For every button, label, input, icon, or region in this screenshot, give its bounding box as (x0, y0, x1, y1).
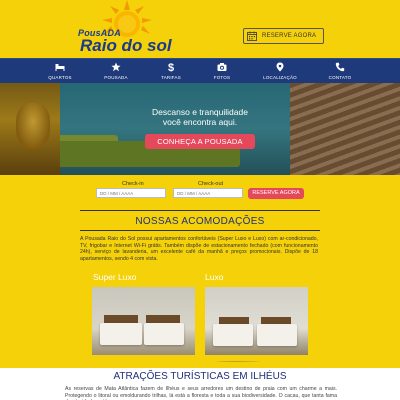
nav-item-tarifas[interactable]: $ TARIFAS (146, 62, 196, 80)
nav-item-quartos[interactable]: QUARTOS (35, 62, 85, 80)
reserve-now-header-button[interactable]: RESERVE AGORA (243, 28, 324, 44)
site-header: PousADA Raio do sol RESERVE AGORA (0, 0, 400, 58)
nav-item-label: CONTATO (328, 75, 352, 80)
discover-pousada-button[interactable]: CONHEÇA A POUSADA (145, 134, 255, 149)
rooms-section (0, 208, 400, 368)
nav-item-pousada[interactable]: POUSADA (91, 62, 141, 80)
hero-tagline: Descanso e tranquilidade você encontra a… (120, 107, 280, 127)
section-wave-divider (0, 355, 400, 366)
nav-item-label: FOTOS (213, 75, 231, 80)
hero-tagline-line2: você encontra aqui. (162, 117, 238, 127)
phone-icon (335, 62, 345, 72)
rooms-description: A Pousada Raio do Sol possui apartamento… (80, 236, 318, 263)
nav-item-label: QUARTOS (48, 75, 72, 80)
nav-item-fotos[interactable]: FOTOS (197, 62, 247, 80)
room-photo-luxo[interactable] (205, 287, 308, 362)
hero-overlay (0, 83, 400, 175)
svg-text:$: $ (168, 62, 174, 72)
reserve-now-button[interactable]: RESERVE AGORA (248, 188, 304, 199)
rooms-title: NOSSAS ACOMODAÇÕES (135, 216, 265, 227)
divider (80, 210, 320, 211)
checkout-label: Check-out (198, 181, 224, 187)
reserve-now-header-label: RESERVE AGORA (262, 33, 317, 39)
booking-bar: Check-in Check-out RESERVE AGORA (0, 175, 400, 208)
nav-item-label: TARIFAS (161, 75, 181, 80)
bed-icon (55, 64, 65, 71)
logo[interactable]: PousADA Raio do sol (78, 0, 172, 55)
attractions-title: ATRAÇÕES TURÍSTICAS EM ILHÉUS (113, 371, 287, 382)
hero-banner: Descanso e tranquilidade você encontra a… (0, 83, 400, 175)
checkin-input[interactable] (96, 188, 166, 198)
logo-name-text: Raio do sol (80, 36, 172, 55)
nav-item-label: POUSADA (104, 75, 128, 80)
calendar-icon (247, 31, 257, 41)
checkout-input[interactable] (173, 188, 243, 198)
main-nav: QUARTOS POUSADA $ TARIFAS FOTOS LOCALIZA… (0, 58, 400, 83)
map-pin-icon (276, 62, 284, 72)
room-photo-super-luxo[interactable] (92, 287, 195, 362)
nav-item-contato[interactable]: CONTATO (315, 62, 365, 80)
nav-item-label: LOCALIZAÇÃO (263, 75, 297, 80)
star-icon (111, 62, 121, 72)
checkin-label: Check-in (122, 181, 144, 187)
room-title-super-luxo[interactable]: Super Luxo (93, 272, 136, 282)
camera-icon (217, 63, 227, 71)
nav-item-localizacao[interactable]: LOCALIZAÇÃO (255, 62, 305, 80)
attractions-description: As reservas de Mata Atlântica fazem de I… (65, 386, 337, 400)
dollar-icon: $ (168, 62, 174, 72)
room-title-luxo[interactable]: Luxo (205, 272, 223, 282)
divider (80, 230, 320, 231)
hero-tagline-line1: Descanso e tranquilidade (152, 107, 248, 117)
